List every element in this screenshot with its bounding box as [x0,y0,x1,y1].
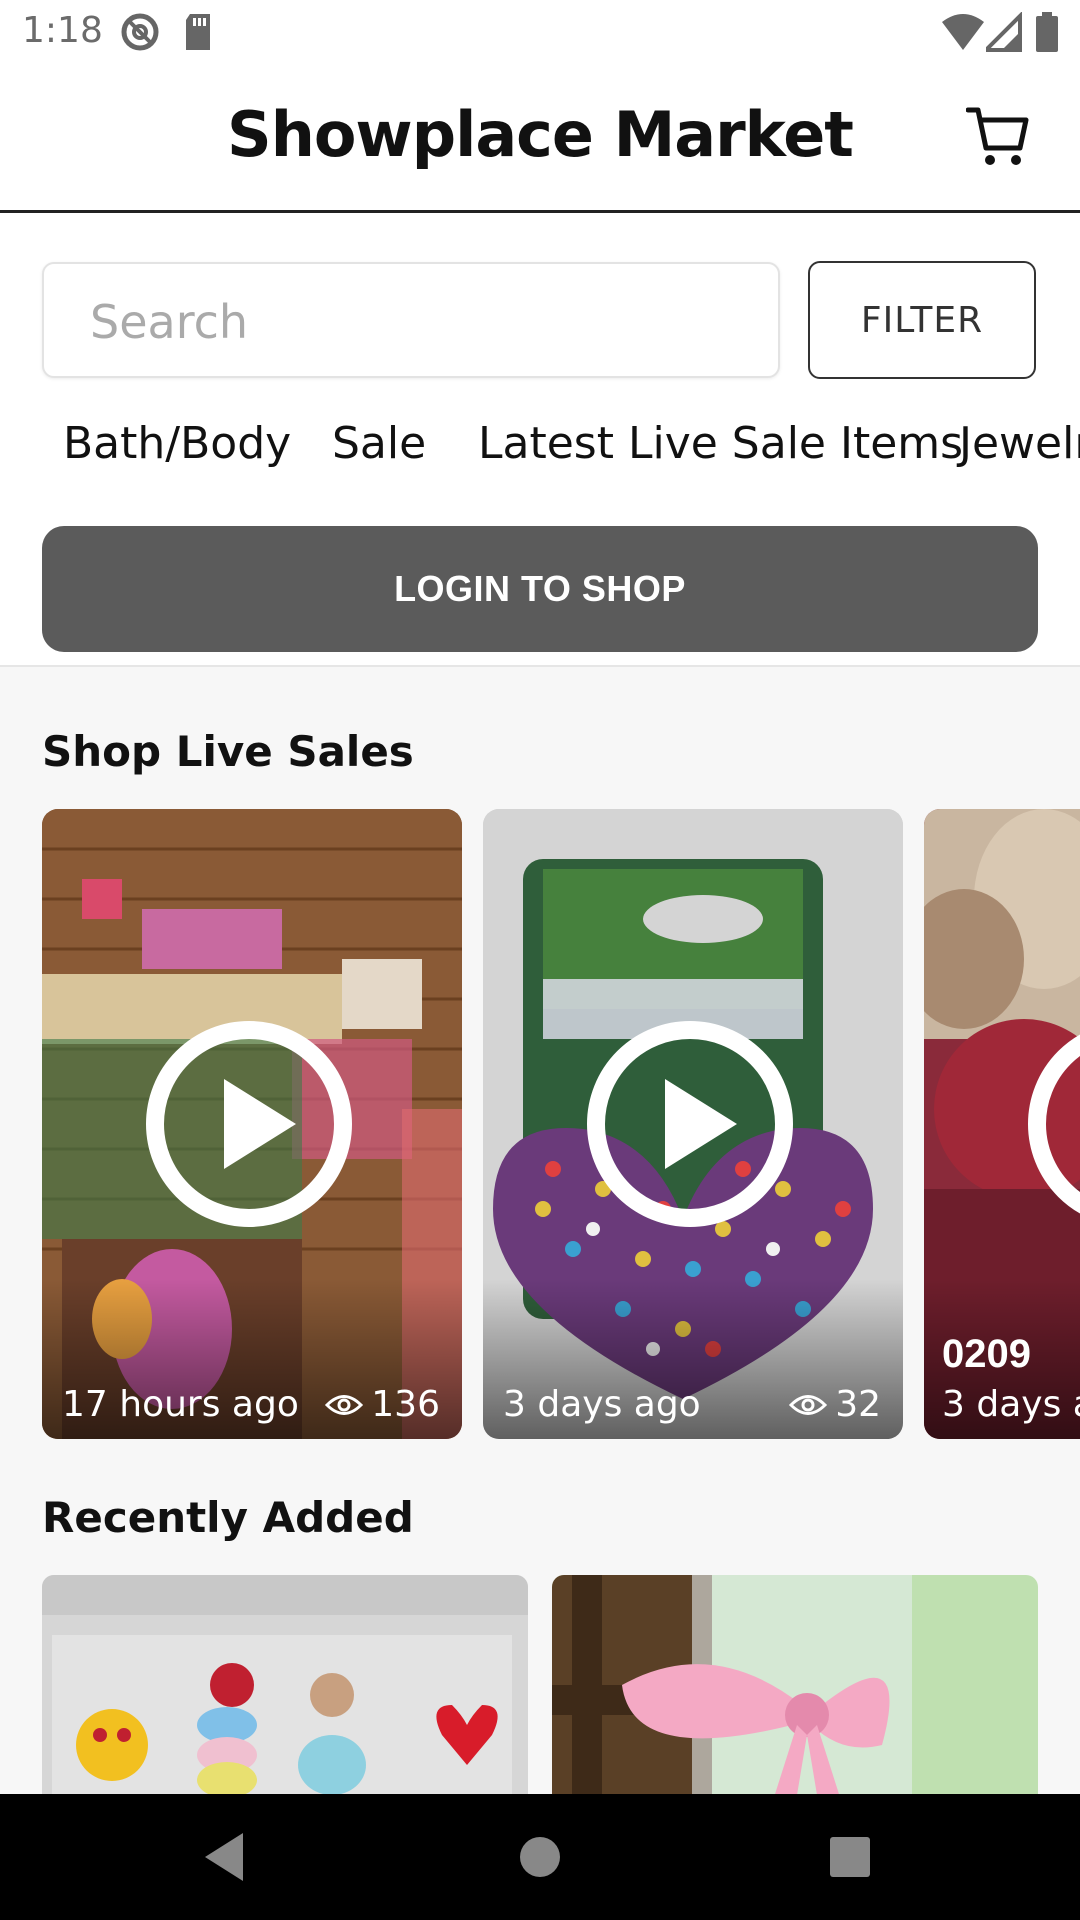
play-icon[interactable] [924,1019,1080,1229]
back-icon[interactable] [195,1827,255,1887]
search-input[interactable] [88,288,732,356]
battery-icon [1036,12,1058,57]
search-box [42,262,780,378]
card-time: 3 days a [942,1384,1080,1425]
category-sale[interactable]: Sale [332,418,426,469]
card-view-count: 32 [835,1384,881,1425]
card-code: 0209 [942,1332,1031,1376]
wifi-icon [942,12,984,57]
category-latest-live-sale-items[interactable]: Latest Live Sale Items [478,418,963,469]
cart-button[interactable] [965,104,1030,168]
live-sale-card[interactable]: 0209 3 days a [924,809,1080,1439]
filter-button[interactable]: FILTER [808,261,1036,379]
play-icon[interactable] [144,1019,354,1229]
recents-icon[interactable] [820,1827,880,1887]
recently-added-title: Recently Added [42,1493,414,1542]
live-sale-card[interactable]: 3 days ago 32 [483,809,903,1439]
category-jewelry[interactable]: Jewelr [959,418,1080,469]
live-sale-card[interactable]: 17 hours ago 136 [42,809,462,1439]
status-bar: 1:18 [0,0,1080,66]
card-view-count: 136 [371,1384,440,1425]
category-bath-body[interactable]: Bath/Body [63,418,291,469]
home-icon[interactable] [510,1827,570,1887]
cart-icon [965,107,1029,165]
app-header: Showplace Market [0,66,1080,213]
at-sign-icon [120,12,160,57]
sd-card-icon [182,12,214,57]
card-time: 17 hours ago [62,1384,299,1425]
login-to-shop-button[interactable]: LOGIN TO SHOP [42,526,1038,652]
card-time: 3 days ago [503,1384,701,1425]
card-views: 32 [789,1384,881,1425]
eye-icon [325,1394,364,1415]
app-title: Showplace Market [227,98,854,171]
signal-icon [981,11,1022,57]
card-views: 136 [325,1384,440,1425]
system-nav-bar [0,1794,1080,1920]
eye-icon [789,1394,828,1415]
category-row: Bath/Body Sale Latest Live Sale Items Je… [0,418,1080,488]
play-icon[interactable] [585,1019,795,1229]
top-panel: FILTER Bath/Body Sale Latest Live Sale I… [0,213,1080,667]
status-time: 1:18 [22,10,103,51]
live-sales-title: Shop Live Sales [42,727,414,776]
